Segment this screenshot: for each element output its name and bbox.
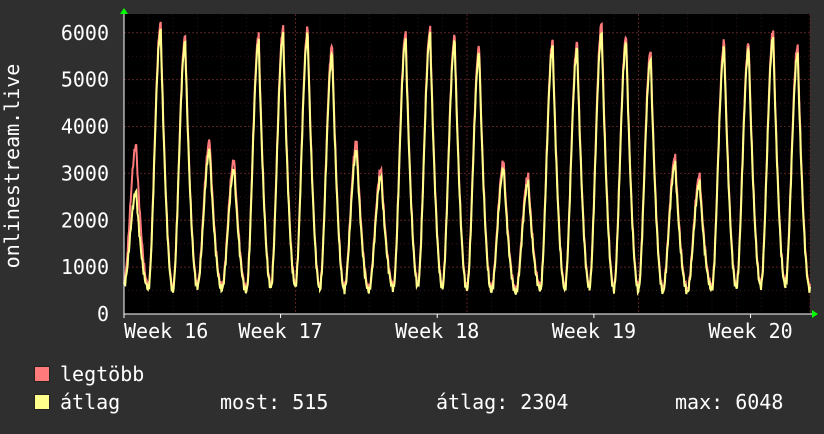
y-axis-arrow [120, 8, 128, 14]
x-tick-label: Week 18 [395, 319, 479, 343]
average-stat: átlag: 2304 [436, 390, 569, 414]
legend-item-max: legtöbb [34, 364, 144, 384]
chart-panel: 0 1000 2000 3000 4000 5000 6000 Week 16 Week 17 W… [0, 0, 824, 430]
current-stat: most: 515 [220, 390, 329, 414]
y-tick-label: 6000 [61, 21, 109, 45]
legend-label-max: legtöbb [60, 362, 145, 386]
y-tick-label: 2000 [61, 208, 109, 232]
legend-swatch-max [34, 366, 50, 382]
y-axis-label: onlinestream.live [0, 64, 24, 269]
x-axis-arrow [812, 310, 818, 318]
x-tick-label: Week 20 [708, 319, 792, 343]
x-tick-label: Week 17 [238, 319, 322, 343]
legend-swatch-avg [34, 394, 50, 410]
y-tick-label: 5000 [61, 68, 109, 92]
y-tick-label: 1000 [61, 255, 109, 279]
legend-label-avg: átlag [60, 390, 121, 414]
y-tick-label: 3000 [61, 161, 109, 185]
legend-item-avg: átlag [34, 392, 120, 412]
x-tick-label: Week 16 [124, 319, 208, 343]
x-tick-label: Week 19 [552, 319, 636, 343]
y-tick-label: 4000 [61, 115, 109, 139]
y-tick-label: 0 [97, 302, 109, 326]
maximum-stat: max: 6048 [675, 390, 784, 414]
